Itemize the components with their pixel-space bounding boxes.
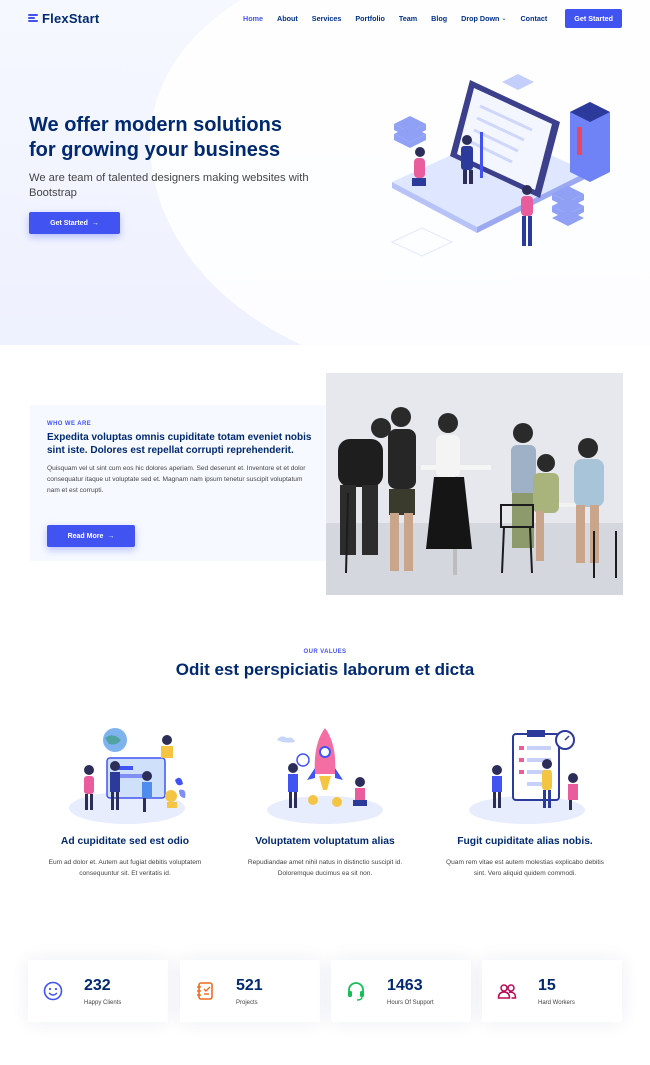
hero-title-line1: We offer modern solutions xyxy=(29,114,282,136)
about-eyebrow: WHO WE ARE xyxy=(47,421,92,427)
value-1-title: Ad cupiditate sed est odio xyxy=(60,836,190,847)
count-body: 232 Happy Clients xyxy=(84,977,121,1006)
count-body: 521 Projects xyxy=(236,977,263,1006)
count-number: 521 xyxy=(236,976,263,994)
count-number: 232 xyxy=(84,976,111,994)
hero-section: We offer modern solutions for growing yo… xyxy=(0,0,650,345)
journal-icon xyxy=(194,980,216,1002)
values-title: Odit est perspiciatis laborum et dicta xyxy=(175,660,475,679)
brand-logo[interactable]: FlexStart xyxy=(28,11,99,26)
hero-text: We offer modern solutions for growing yo… xyxy=(29,113,329,201)
values-eyebrow: OUR VALUES xyxy=(303,649,347,655)
read-more-label: Read More xyxy=(67,532,104,540)
emoji-smile-icon xyxy=(42,980,64,1002)
hero-illustration xyxy=(390,74,610,257)
read-more-button[interactable]: Read More → xyxy=(47,525,135,547)
nav-item-dropdown[interactable]: Drop Down ⌄ xyxy=(461,14,506,23)
nav-item-home[interactable]: Home xyxy=(243,14,263,23)
count-label: Hard Workers xyxy=(538,999,575,1006)
value-2-text: Repudiandae amet nihil natus in distinct… xyxy=(247,859,403,877)
arrow-right-icon: → xyxy=(107,532,115,540)
nav-dropdown-label: Drop Down xyxy=(461,13,500,23)
site-header: FlexStart Home About Services Portfolio … xyxy=(0,0,650,36)
count-body: 1463 Hours Of Support xyxy=(387,977,434,1006)
nav-item-team[interactable]: Team xyxy=(399,14,417,23)
count-box-projects: 521 Projects xyxy=(180,960,320,1022)
hero-person-1 xyxy=(412,147,426,186)
value-card-2: Voluptatem voluptatum alias Repudiandae … xyxy=(230,700,420,890)
arrow-right-icon: → xyxy=(91,219,99,227)
value-1-text: Eum ad dolor et. Autem aut fugiat debiti… xyxy=(48,859,202,877)
count-box-clients: 232 Happy Clients xyxy=(28,960,168,1022)
nav-item-contact[interactable]: Contact xyxy=(520,14,547,23)
value-2-title: Voluptatem voluptatum alias xyxy=(255,836,395,847)
count-label: Happy Clients xyxy=(84,999,122,1006)
about-card: WHO WE ARE Expedita voluptas omnis cupid… xyxy=(30,405,340,561)
nav-get-started-button[interactable]: Get Started xyxy=(565,8,622,28)
chevron-down-icon: ⌄ xyxy=(501,15,507,22)
main-nav: Home About Services Portfolio Team Blog … xyxy=(243,8,622,28)
team-photo xyxy=(326,373,623,595)
count-label: Hours Of Support xyxy=(387,999,434,1006)
count-number: 15 xyxy=(538,976,556,994)
hero-title-line2: for growing your business xyxy=(29,139,281,161)
count-box-workers: 15 Hard Workers xyxy=(482,960,622,1022)
hero-subtitle: We are team of talented designers making… xyxy=(29,172,309,199)
about-content: WHO WE ARE Expedita voluptas omnis cupid… xyxy=(47,421,312,496)
about-title: Expedita voluptas omnis cupiditate totam… xyxy=(47,432,312,456)
value-3-text: Quam rem vitae est autem molestias expli… xyxy=(446,859,604,877)
count-body: 15 Hard Workers xyxy=(538,977,575,1006)
value-1-illustration xyxy=(69,728,186,824)
hero-get-started-button[interactable]: Get Started → xyxy=(29,212,120,234)
nav-item-portfolio[interactable]: Portfolio xyxy=(355,14,385,23)
hero-button-label: Get Started xyxy=(50,219,88,227)
count-number: 1463 xyxy=(387,976,423,994)
nav-item-about[interactable]: About xyxy=(277,14,298,23)
headset-icon xyxy=(345,980,367,1002)
count-label: Projects xyxy=(236,999,258,1006)
hero-title: We offer modern solutions for growing yo… xyxy=(29,113,329,163)
nav-item-blog[interactable]: Blog xyxy=(431,14,447,23)
count-box-support: 1463 Hours Of Support xyxy=(331,960,471,1022)
value-3-illustration xyxy=(469,730,585,824)
value-2-illustration xyxy=(267,728,383,824)
about-text: Quisquam vel ut sint cum eos hic dolores… xyxy=(47,465,306,494)
nav-item-services[interactable]: Services xyxy=(312,14,342,23)
value-card-3: Fugit cupiditate alias nobis. Quam rem v… xyxy=(430,700,620,890)
logo-icon xyxy=(28,13,38,23)
people-icon xyxy=(496,980,518,1002)
value-card-1: Ad cupiditate sed est odio Eum ad dolor … xyxy=(30,700,220,890)
brand-name: FlexStart xyxy=(42,10,100,26)
value-3-title: Fugit cupiditate alias nobis. xyxy=(457,836,593,847)
